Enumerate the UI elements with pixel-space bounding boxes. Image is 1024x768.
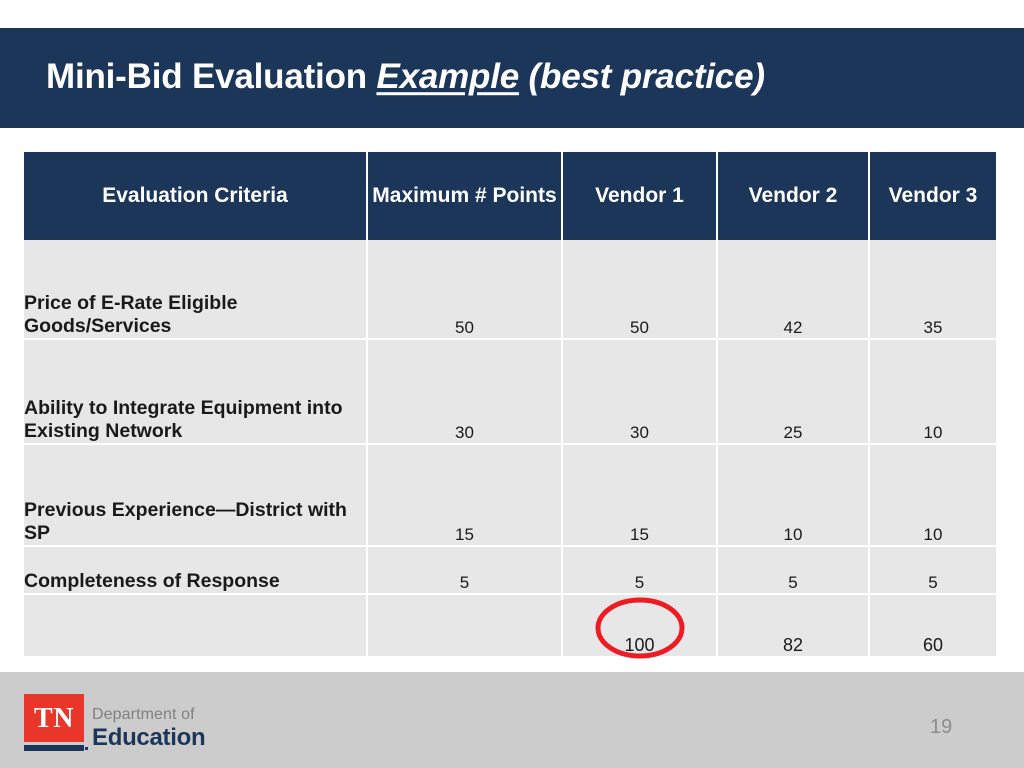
cell-vendor-1: 50 (563, 240, 718, 340)
page-number: 19 (930, 716, 953, 738)
page-title: Mini-Bid Evaluation Example (best practi… (46, 57, 765, 97)
cell-vendor-1: 5 (563, 547, 718, 595)
cell-criteria: Price of E-Rate Eligible Goods/Services (24, 240, 368, 340)
cell-vendor-3-total: 60 (870, 595, 996, 656)
cell-criteria: Ability to Integrate Equipment into Exis… (24, 340, 368, 445)
table-row: Price of E-Rate Eligible Goods/Services … (24, 240, 996, 340)
table-row: Ability to Integrate Equipment into Exis… (24, 340, 996, 445)
cell-vendor-3: 10 (870, 340, 996, 445)
cell-max-points: 5 (368, 547, 563, 595)
page-title-emphasis: Example (376, 57, 520, 97)
cell-max-points (368, 595, 563, 656)
table-row: Previous Experience—District with SP 15 … (24, 445, 996, 547)
logo-rule-dot (85, 747, 88, 750)
logo-education-label: Education (92, 724, 206, 751)
column-header-vendor-2: Vendor 2 (718, 152, 870, 240)
cell-vendor-1: 15 (563, 445, 718, 547)
cell-vendor-2: 5 (718, 547, 870, 595)
cell-vendor-3: 35 (870, 240, 996, 340)
column-header-vendor-1: Vendor 1 (563, 152, 718, 240)
cell-vendor-2-total: 82 (718, 595, 870, 656)
cell-criteria (24, 595, 368, 656)
cell-vendor-3: 10 (870, 445, 996, 547)
cell-vendor-3: 5 (870, 547, 996, 595)
cell-max-points: 50 (368, 240, 563, 340)
table-totals-row: 100 82 60 (24, 595, 996, 656)
page-title-suffix: (best practice) (519, 57, 765, 97)
cell-criteria: Completeness of Response (24, 547, 368, 595)
cell-max-points: 30 (368, 340, 563, 445)
cell-vendor-1: 30 (563, 340, 718, 445)
cell-vendor-1-total: 100 (563, 595, 718, 656)
table-header-row: Evaluation Criteria Maximum # Points Ven… (24, 152, 996, 240)
cell-vendor-2: 42 (718, 240, 870, 340)
cell-criteria: Previous Experience—District with SP (24, 445, 368, 547)
cell-max-points: 15 (368, 445, 563, 547)
column-header-maximum-points: Maximum # Points (368, 152, 563, 240)
table-row: Completeness of Response 5 5 5 5 (24, 547, 996, 595)
logo-underline-rule (24, 745, 84, 751)
slide-title-bar: Mini-Bid Evaluation Example (best practi… (0, 28, 1024, 128)
cell-vendor-2: 10 (718, 445, 870, 547)
column-header-evaluation-criteria: Evaluation Criteria (24, 152, 368, 240)
mini-bid-evaluation-table: Evaluation Criteria Maximum # Points Ven… (24, 152, 996, 656)
tn-department-of-education-logo: TN Department of Education (24, 694, 254, 756)
logo-department-label: Department of (92, 706, 195, 723)
cell-vendor-2: 25 (718, 340, 870, 445)
tn-logo-mark-label: TN (34, 703, 74, 734)
column-header-vendor-3: Vendor 3 (870, 152, 996, 240)
page-title-prefix: Mini-Bid Evaluation (46, 57, 377, 97)
